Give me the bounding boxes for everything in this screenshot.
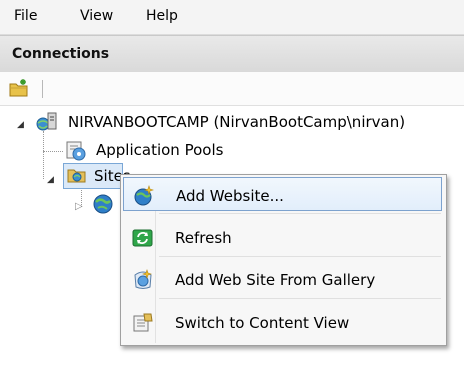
application-pools-icon: [66, 141, 86, 161]
tree-node-sites[interactable]: Sites: [63, 163, 131, 189]
context-menu-item-refresh[interactable]: Refresh: [123, 220, 442, 254]
context-menu-separator: [159, 256, 441, 257]
context-menu-label: Switch to Content View: [175, 314, 350, 332]
connections-header: Connections: [0, 35, 464, 73]
menu-bar: File View Help: [0, 0, 464, 35]
context-menu-separator: [159, 298, 441, 299]
gallery-icon: [134, 269, 152, 289]
menu-file[interactable]: File: [12, 8, 39, 24]
tree-connector: [43, 131, 44, 179]
server-collapse-arrow-icon[interactable]: ◢: [17, 120, 24, 130]
context-menu-item-switch-to-content-view[interactable]: Switch to Content View: [123, 305, 442, 339]
refresh-icon: [132, 229, 153, 247]
context-menu-label: Add Web Site From Gallery: [175, 271, 376, 289]
context-menu-item-add-web-site-from-gallery[interactable]: Add Web Site From Gallery: [123, 262, 442, 296]
add-website-icon: [134, 185, 154, 206]
context-menu: Add Website... Refresh Add Web Site From…: [120, 174, 447, 346]
server-icon: [36, 112, 57, 131]
sites-folder-icon: [67, 169, 86, 183]
context-menu-item-add-website[interactable]: Add Website...: [123, 177, 442, 211]
context-menu-label: Refresh: [175, 229, 232, 247]
connections-title: Connections: [12, 46, 110, 62]
content-view-icon: [133, 313, 153, 332]
context-menu-separator: [159, 213, 441, 214]
toolbar-separator: [42, 80, 43, 98]
application-pools-label: Application Pools: [96, 141, 224, 159]
context-menu-label: Add Website...: [176, 187, 284, 205]
tree-connector: [43, 151, 63, 152]
connections-toolbar: [0, 72, 464, 106]
website-globe-icon[interactable]: [92, 193, 114, 215]
sites-collapse-arrow-icon[interactable]: ◢: [47, 175, 54, 185]
menu-help[interactable]: Help: [144, 8, 180, 24]
create-connection-icon[interactable]: [9, 79, 29, 97]
server-node-label: NIRVANBOOTCAMP (NirvanBootCamp\nirvan): [68, 113, 406, 131]
menu-view[interactable]: View: [78, 8, 115, 24]
site-expand-arrow-icon[interactable]: ▷: [75, 201, 83, 212]
